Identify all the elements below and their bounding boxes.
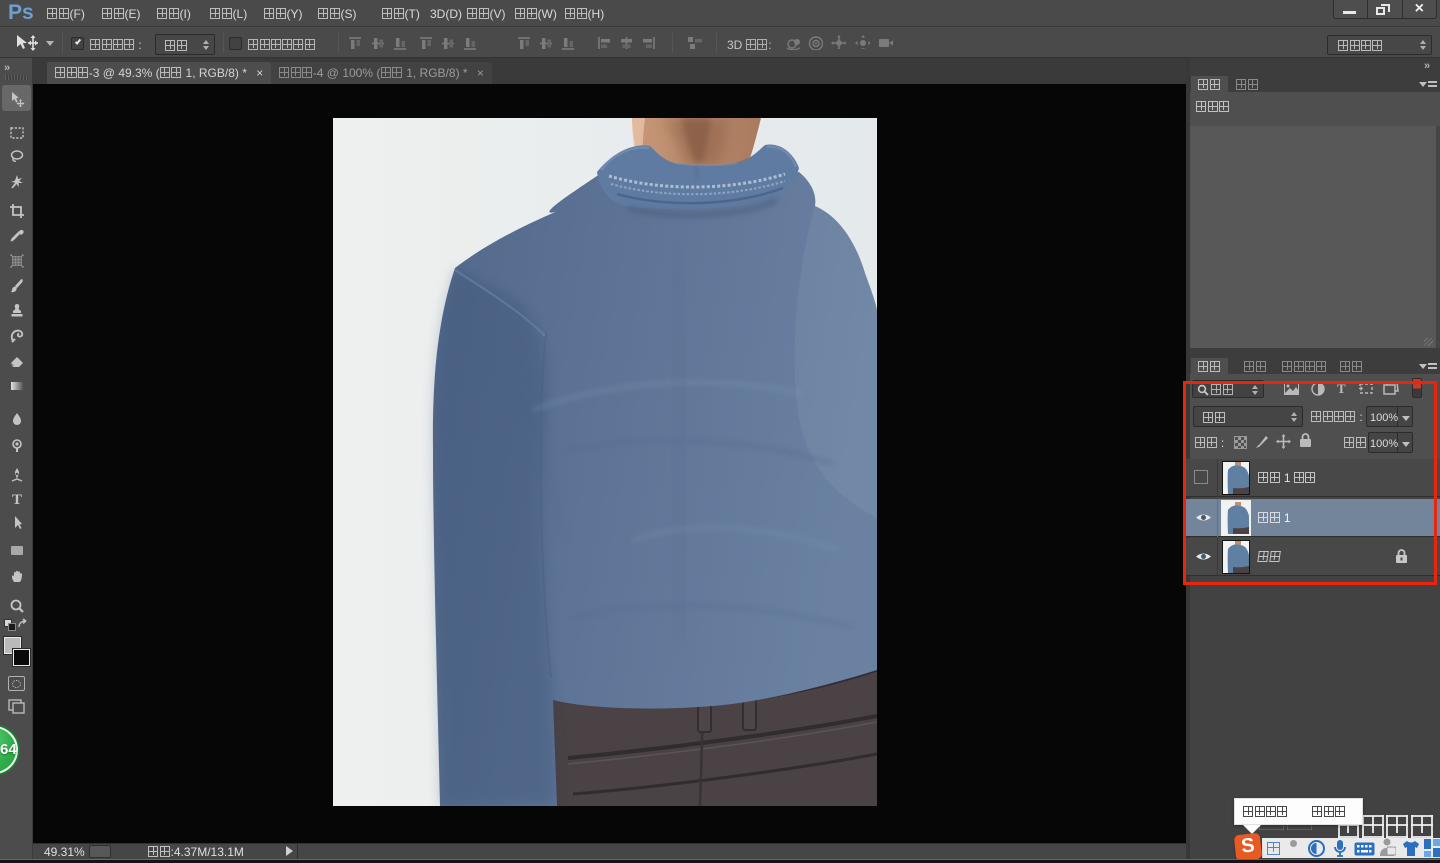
svg-text:T: T: [11, 492, 21, 507]
